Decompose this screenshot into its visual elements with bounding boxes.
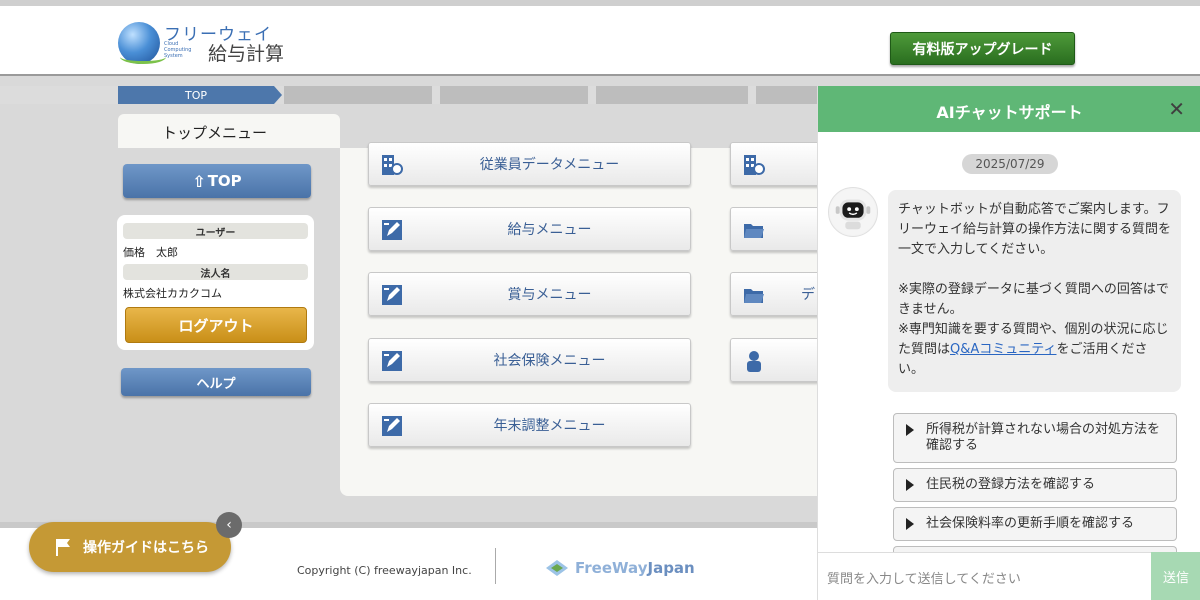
play-arrow-icon <box>906 479 914 491</box>
footer-divider <box>495 548 496 584</box>
folder-icon <box>744 224 764 238</box>
app-logo[interactable]: フリーウェイ Cloud Computing System 給与計算 <box>118 20 298 66</box>
menu-right-button-4[interactable] <box>730 338 830 382</box>
pen-icon <box>382 285 402 305</box>
breadcrumb-step <box>440 86 588 104</box>
company-name: 株式会社カカクコム <box>123 287 222 300</box>
menu-salary-button[interactable]: 給与メニュー <box>368 207 691 251</box>
menu-right-button-3[interactable]: デ <box>730 272 830 316</box>
logout-button[interactable]: ログアウト <box>125 307 307 343</box>
breadcrumb-step <box>596 86 748 104</box>
menu-item-label: 年末調整メニュー <box>493 418 606 434</box>
page-title-tab: トップメニュー <box>118 114 340 148</box>
brand-text-1: FreeWay <box>575 559 648 577</box>
user-label: ユーザー <box>123 223 308 239</box>
breadcrumb-arrow <box>274 86 282 104</box>
breadcrumb-step <box>756 86 820 104</box>
bot-message-bubble: チャットボットが自動応答でご案内します。フリーウェイ給与計算の操作方法に関する質… <box>888 190 1181 392</box>
menu-item-label: 社会保険メニュー <box>493 353 606 369</box>
chevron-left-icon: ‹ <box>226 517 232 533</box>
date-badge: 2025/07/29 <box>962 154 1058 174</box>
menu-employee-data-button[interactable]: 従業員データメニュー <box>368 142 691 186</box>
play-arrow-icon <box>906 518 914 530</box>
user-name: 価格 太郎 <box>123 246 178 259</box>
collapse-guide-button[interactable]: ‹ <box>216 512 242 538</box>
guide-label: 操作ガイドはこちら <box>83 540 209 556</box>
chat-input[interactable]: 質問を入力して送信してください <box>818 552 1151 600</box>
menu-right-button-2[interactable] <box>730 207 830 251</box>
send-button[interactable]: 送信 <box>1151 552 1200 600</box>
building-icon <box>744 155 765 175</box>
menu-right-button-1[interactable] <box>730 142 830 186</box>
message-paragraph: ※実際の登録データに基づく質問への回答はできません。 <box>898 282 1169 317</box>
swoosh-icon <box>120 50 166 64</box>
brand-text-2: Japan <box>647 559 695 577</box>
menu-bonus-button[interactable]: 賞与メニュー <box>368 272 691 316</box>
menu-social-insurance-button[interactable]: 社会保険メニュー <box>368 338 691 382</box>
suggestion-label: 住民税の登録方法を確認する <box>926 477 1096 492</box>
copyright-text: Copyright (C) freewayjapan Inc. <box>297 564 472 577</box>
suggestion-button[interactable]: 住民税の登録方法を確認する <box>893 468 1177 502</box>
person-icon <box>747 351 761 372</box>
pen-icon <box>382 416 402 436</box>
chat-header: AIチャットサポート ✕ <box>818 86 1200 132</box>
page-title: トップメニュー <box>162 124 268 142</box>
menu-year-end-button[interactable]: 年末調整メニュー <box>368 403 691 447</box>
upgrade-button[interactable]: 有料版アップグレード <box>890 32 1075 65</box>
suggestion-button[interactable]: 所得税が計算されない場合の対処方法を確認する <box>893 413 1177 463</box>
message-paragraph: チャットボットが自動応答でご案内します。フリーウェイ給与計算の操作方法に関する質… <box>898 202 1172 257</box>
top-button-label: TOP <box>207 172 242 190</box>
breadcrumb-step <box>284 86 432 104</box>
breadcrumb: TOP <box>0 86 820 104</box>
suggestion-label: 社会保険料率の更新手順を確認する <box>926 516 1135 531</box>
help-button[interactable]: ヘルプ <box>121 368 311 396</box>
building-icon <box>382 155 403 175</box>
operation-guide-button[interactable]: 操作ガイドはこちら <box>29 522 231 572</box>
pen-icon <box>382 220 402 240</box>
menu-item-label: 給与メニュー <box>507 222 592 238</box>
flag-icon <box>56 539 70 556</box>
company-label: 法人名 <box>123 264 308 280</box>
suggestion-label: 所得税が計算されない場合の対処方法を確認する <box>926 422 1161 453</box>
chat-title: AIチャットサポート <box>936 103 1083 122</box>
diamond-logo-icon <box>546 560 568 576</box>
suggestion-button[interactable]: 社会保険料率の更新手順を確認する <box>893 507 1177 541</box>
chat-messages[interactable]: 2025/07/29 チャットボットが自動応答でご案内します。フリーウェイ給与計… <box>818 132 1200 552</box>
home-icon: ⇧ <box>192 171 206 191</box>
menu-item-label: 賞与メニュー <box>507 287 592 303</box>
close-icon[interactable]: ✕ <box>1168 97 1185 121</box>
qa-community-link[interactable]: Q&Aコミュニティ <box>950 342 1056 357</box>
user-info-panel: ユーザー 価格 太郎 法人名 株式会社カカクコム ログアウト <box>117 215 314 350</box>
top-button[interactable]: ⇧ TOP <box>123 164 311 198</box>
app-header: フリーウェイ Cloud Computing System 給与計算 有料版アッ… <box>0 6 1200 76</box>
folder-icon <box>744 289 764 303</box>
freewayjapan-logo[interactable]: FreeWay Japan <box>545 556 695 580</box>
message-paragraph: ※専門知識を要する質問や、個別の状況に応じた質問はQ&Aコミュニティをご活用くだ… <box>898 322 1169 377</box>
menu-item-label: 従業員データメニュー <box>479 157 620 173</box>
breadcrumb-item-top[interactable]: TOP <box>118 86 274 104</box>
logo-subtitle: Cloud Computing System <box>164 41 192 59</box>
pen-icon <box>382 351 402 371</box>
play-arrow-icon <box>906 424 914 436</box>
logo-product-name: 給与計算 <box>208 43 285 65</box>
ai-chat-panel: AIチャットサポート ✕ 2025/07/29 チャットボットが自動応答でご案内… <box>817 86 1200 600</box>
robot-avatar-icon <box>828 187 878 237</box>
